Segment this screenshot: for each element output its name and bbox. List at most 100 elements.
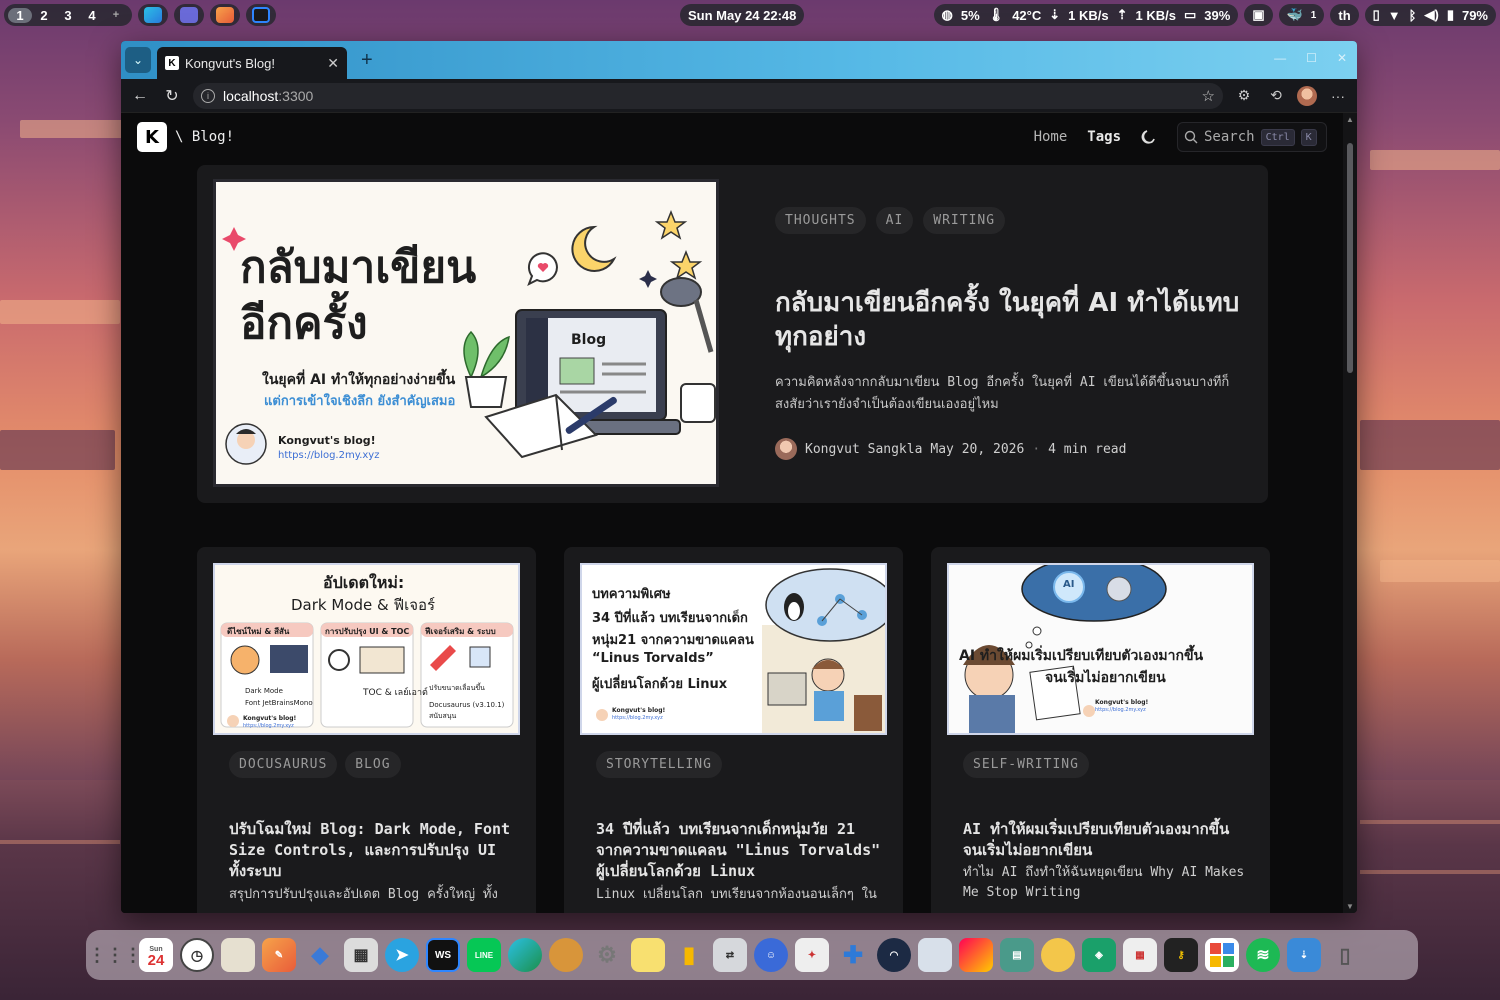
history-icon[interactable]: ⟲	[1265, 87, 1287, 104]
calculator-icon[interactable]: ▦	[344, 938, 378, 972]
card-title[interactable]: 34 ปีที่แล้ว บทเรียนจากเด็กหนุ่มวัย 21 จ…	[596, 819, 886, 882]
keys-app-icon[interactable]: ⚷	[1164, 938, 1198, 972]
emulator-icon[interactable]	[918, 938, 952, 972]
workspace-add[interactable]: +	[104, 9, 128, 21]
new-tab-button[interactable]: +	[361, 49, 373, 72]
dark-mode-toggle-icon[interactable]	[1141, 129, 1157, 145]
clock[interactable]: Sun May 24 22:48	[680, 4, 805, 26]
scroll-thumb[interactable]	[1347, 143, 1353, 373]
featured-post-card[interactable]: กลับมาเขียน อีกครั้ง ในยุคที่ AI ทำให้ทุ…	[197, 165, 1268, 503]
cloud	[1380, 560, 1500, 582]
dock: ⋮⋮⋮ Sun 24 ◷ ✎ ◆ ▦ ➤ WS LINE ⚙ ▮ ⇄ ☺ ✦ ✚…	[86, 930, 1418, 980]
clipboard-icon[interactable]: ▣	[1244, 4, 1273, 26]
toggle-app-icon[interactable]: ⇄	[713, 938, 747, 972]
scroll-down-icon[interactable]: ▼	[1346, 902, 1354, 911]
profile-avatar[interactable]	[1297, 85, 1317, 106]
tag-chip[interactable]: BLOG	[345, 751, 401, 778]
app-grid-icon[interactable]: ⋮⋮⋮	[88, 938, 142, 972]
software-center-icon[interactable]	[1205, 938, 1239, 972]
tab-list-button[interactable]: ⌄	[125, 47, 151, 73]
files-icon[interactable]	[221, 938, 255, 972]
edge-app-icon[interactable]	[144, 7, 162, 23]
post-thumbnail[interactable]: AI ทำให้ผมเริ่มเปรียบเทียบตัวเองมากขึ้น …	[947, 563, 1254, 735]
dog-app-icon[interactable]	[549, 938, 583, 972]
bookmark-star-icon[interactable]: ☆	[1202, 87, 1215, 105]
fish-app-icon[interactable]: ◆	[303, 938, 337, 972]
site-info-icon[interactable]: i	[201, 88, 215, 103]
featured-post-title[interactable]: กลับมาเขียนอีกครั้ง ในยุคที่ AI ทำได้แทบ…	[775, 286, 1245, 354]
site-brand[interactable]: \ Blog!	[175, 129, 234, 145]
terminal-app-icon[interactable]	[180, 7, 198, 23]
text-editor-icon[interactable]: ✎	[262, 938, 296, 972]
tag-chip[interactable]: THOUGHTS	[775, 207, 866, 234]
page-scrollbar[interactable]: ▲ ▼	[1343, 113, 1357, 913]
clock-text: Sun May 24 22:48	[688, 7, 797, 23]
scroll-up-icon[interactable]: ▲	[1346, 115, 1354, 124]
downloads-icon[interactable]: ⇣	[1287, 938, 1321, 972]
nav-home[interactable]: Home	[1034, 129, 1068, 145]
webstorm-icon[interactable]: WS	[426, 938, 460, 972]
extensions-app-icon[interactable]: ✚	[836, 938, 870, 972]
quick-settings[interactable]: ▯ ▼ ᛒ ◀) ▮ 79%	[1364, 4, 1496, 26]
workspace-3[interactable]: 3	[56, 8, 80, 23]
extensions-icon[interactable]: ⚙	[1233, 87, 1255, 104]
post-thumbnail[interactable]: บทความพิเศษ 34 ปีที่แล้ว บทเรียนจากเด็ก …	[580, 563, 887, 735]
post-card[interactable]: อัปเดตใหม่: Dark Mode & ฟีเจอร์ ดีไซน์ให…	[197, 547, 536, 913]
color-picker-icon[interactable]	[959, 938, 993, 972]
notes-app-icon[interactable]: ▤	[1000, 938, 1034, 972]
paint-app-icon[interactable]: ✦	[795, 938, 829, 972]
tag-chip[interactable]: SELF-WRITING	[963, 751, 1089, 778]
reload-icon[interactable]: ↻	[161, 86, 183, 106]
card-title[interactable]: AI ทำให้ผมเริ่มเปรียบเทียบตัวเองมากขึ้น …	[963, 819, 1253, 861]
tag-chip[interactable]: AI	[875, 207, 914, 234]
edge-icon[interactable]	[508, 938, 542, 972]
address-bar[interactable]: i localhost:3300 ☆	[193, 82, 1223, 109]
shortcut-ctrl: Ctrl	[1260, 128, 1295, 146]
more-menu-icon[interactable]: ···	[1327, 88, 1349, 104]
image-screen-label: Blog	[571, 332, 607, 348]
close-tab-icon[interactable]: ✕	[327, 55, 339, 72]
featured-post-image[interactable]: กลับมาเขียน อีกครั้ง ในยุคที่ AI ทำให้ทุ…	[213, 179, 719, 487]
post-card[interactable]: บทความพิเศษ 34 ปีที่แล้ว บทเรียนจากเด็ก …	[564, 547, 903, 913]
browser-tab[interactable]: K Kongvut's Blog! ✕	[157, 47, 347, 79]
spotify-icon[interactable]: ≋	[1246, 938, 1280, 972]
notes-app-icon[interactable]	[216, 7, 234, 23]
pets-app-icon[interactable]	[1041, 938, 1075, 972]
keep-icon[interactable]: ▮	[672, 938, 706, 972]
search-button[interactable]: Search Ctrl K	[1177, 122, 1327, 152]
card-title[interactable]: ปรับโฉมใหม่ Blog: Dark Mode, Font Size C…	[229, 819, 519, 882]
workspace-2[interactable]: 2	[32, 8, 56, 23]
chat-app-icon[interactable]: ☺	[754, 938, 788, 972]
post-thumbnail[interactable]: อัปเดตใหม่: Dark Mode & ฟีเจอร์ ดีไซน์ให…	[213, 563, 520, 735]
post-card[interactable]: AI ทำให้ผมเริ่มเปรียบเทียบตัวเองมากขึ้น …	[931, 547, 1270, 913]
tag-chip[interactable]: WRITING	[923, 207, 1006, 234]
line-icon[interactable]: LINE	[467, 938, 501, 972]
tag-chip[interactable]: STORYTELLING	[596, 751, 722, 778]
trash-icon[interactable]: ▯	[1328, 938, 1362, 972]
language-indicator[interactable]: th	[1330, 4, 1359, 26]
image-sub-2: แต่การเข้าใจเชิงลึก ยังสำคัญเสมอ	[264, 394, 456, 409]
workspace-4[interactable]: 4	[80, 8, 104, 23]
system-stats[interactable]: ◍ 5% 🌡 42°C ⇣ 1 KB/s ⇡ 1 KB/s ▭ 39%	[933, 4, 1239, 26]
maximize-icon[interactable]: ☐	[1306, 51, 1317, 65]
git-app-icon[interactable]: ◈	[1082, 938, 1116, 972]
site-logo[interactable]: K	[137, 122, 167, 152]
settings-icon[interactable]: ⚙	[590, 938, 624, 972]
telegram-icon[interactable]: ➤	[385, 938, 419, 972]
author-name[interactable]: Kongvut Sangkla	[805, 442, 922, 457]
speedometer-icon[interactable]: ◠	[877, 938, 911, 972]
image-headline-1: กลับมาเขียน	[240, 242, 477, 293]
minimize-icon[interactable]: —	[1274, 51, 1286, 65]
back-icon[interactable]: ←	[129, 87, 151, 105]
webstorm-app-icon[interactable]	[252, 7, 270, 23]
nav-tags[interactable]: Tags	[1087, 129, 1121, 145]
sticky-notes-icon[interactable]	[631, 938, 665, 972]
calendar-icon[interactable]: Sun 24	[139, 938, 173, 972]
battery-icon: ▮	[1446, 7, 1454, 22]
tag-chip[interactable]: DOCUSAURUS	[229, 751, 338, 778]
tray-apps[interactable]: 🐳 1	[1278, 4, 1325, 26]
clock-app-icon[interactable]: ◷	[180, 938, 214, 972]
document-viewer-icon[interactable]: ▦	[1123, 938, 1157, 972]
workspace-1[interactable]: 1	[8, 7, 32, 23]
close-window-icon[interactable]: ✕	[1337, 51, 1347, 65]
